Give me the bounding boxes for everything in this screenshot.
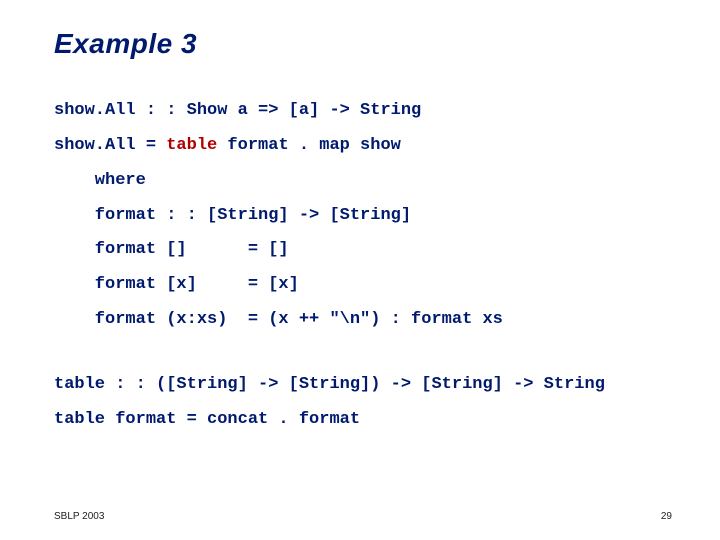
slide-title: Example 3	[54, 28, 672, 60]
code-line-part: show.All =	[54, 136, 166, 155]
code-line: format [] = []	[54, 240, 289, 259]
code-line: where	[54, 171, 146, 190]
code-line: show.All : : Show a => [a] -> String	[54, 101, 421, 120]
code-block-1: show.All : : Show a => [a] -> String sho…	[54, 94, 672, 338]
code-line: format : : [String] -> [String]	[54, 206, 411, 225]
footer-page-number: 29	[661, 511, 672, 522]
code-line: table : : ([String] -> [String]) -> [Str…	[54, 375, 605, 394]
code-block-2: table : : ([String] -> [String]) -> [Str…	[54, 368, 672, 438]
code-keyword-table: table	[166, 136, 217, 155]
footer-left: SBLP 2003	[54, 511, 104, 522]
code-line: table format = concat . format	[54, 410, 360, 429]
code-line: format [x] = [x]	[54, 275, 299, 294]
code-line: format (x:xs) = (x ++ "\n") : format xs	[54, 310, 503, 329]
code-line-part: format . map show	[217, 136, 401, 155]
